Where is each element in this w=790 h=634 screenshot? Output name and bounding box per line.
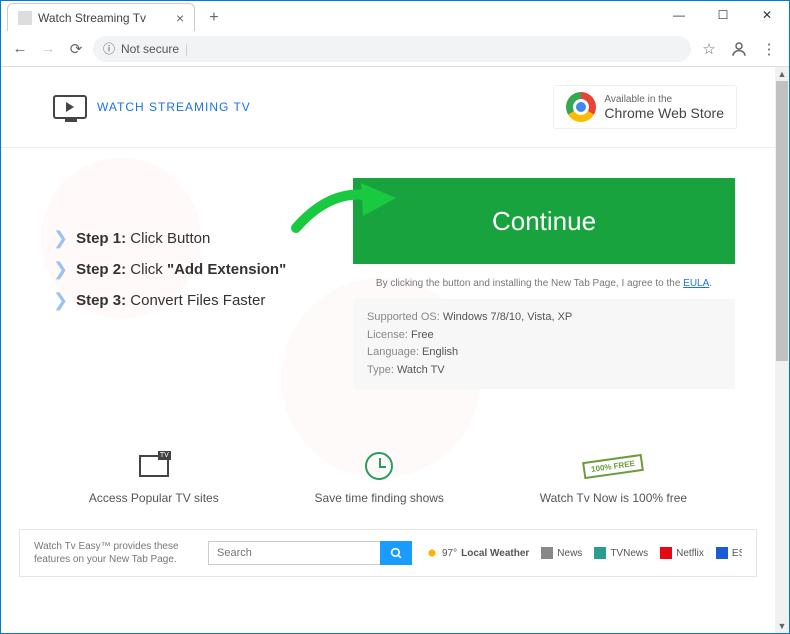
chevron-right-icon: ❯ <box>53 228 68 249</box>
footer-bar: Watch Tv Easy™ provides these features o… <box>19 529 757 577</box>
site-info-icon[interactable]: ⓘ <box>103 40 115 57</box>
back-button[interactable]: ← <box>9 38 31 60</box>
chevron-right-icon: ❯ <box>53 259 68 280</box>
steps-list: ❯ Step 1: Click Button ❯ Step 2: Click "… <box>53 178 323 389</box>
profile-icon[interactable] <box>727 37 751 61</box>
minimize-button[interactable]: — <box>657 1 701 29</box>
scroll-thumb[interactable] <box>776 81 788 361</box>
cws-big-text: Chrome Web Store <box>604 105 724 121</box>
agree-text: By clicking the button and installing th… <box>353 272 735 299</box>
vertical-scrollbar[interactable]: ▲ ▼ <box>775 67 789 633</box>
maximize-button[interactable]: ☐ <box>701 1 745 29</box>
sun-icon <box>426 547 438 559</box>
step-3: ❯ Step 3: Convert Files Faster <box>53 290 323 311</box>
feature-free: 100% FREE Watch Tv Now is 100% free <box>540 449 687 505</box>
security-status: Not secure <box>121 42 179 56</box>
footer-tagline: Watch Tv Easy™ provides these features o… <box>34 540 194 566</box>
bookmark-star-icon[interactable]: ☆ <box>697 37 721 61</box>
cws-small-text: Available in the <box>604 94 724 105</box>
browser-tab[interactable]: Watch Streaming Tv × <box>7 3 195 31</box>
search-input[interactable] <box>208 541 380 565</box>
step-1: ❯ Step 1: Click Button <box>53 228 323 249</box>
footer-link-news[interactable]: News <box>541 547 582 559</box>
reload-button[interactable]: ⟳ <box>65 38 87 60</box>
tv-logo-icon <box>53 95 87 119</box>
tab-close-icon[interactable]: × <box>176 10 184 26</box>
forward-button[interactable]: → <box>37 38 59 60</box>
netflix-icon <box>660 547 672 559</box>
tab-title: Watch Streaming Tv <box>38 11 146 25</box>
scroll-up-icon[interactable]: ▲ <box>775 67 789 81</box>
site-logo[interactable]: WATCH STREAMING TV <box>53 95 251 119</box>
meta-box: Supported OS: Windows 7/8/10, Vista, XP … <box>353 299 735 389</box>
logo-text: WATCH STREAMING TV <box>97 100 251 114</box>
tab-favicon <box>18 11 32 25</box>
green-arrow-icon <box>291 178 401 243</box>
chrome-web-store-badge[interactable]: Available in the Chrome Web Store <box>553 85 737 129</box>
footer-link-tvnews[interactable]: TVNews <box>594 547 648 559</box>
footer-link-weather[interactable]: 97° Local Weather <box>426 547 529 559</box>
scroll-down-icon[interactable]: ▼ <box>775 619 789 633</box>
news-icon <box>541 547 553 559</box>
free-badge-icon: 100% FREE <box>582 454 644 479</box>
feature-tv-sites: Access Popular TV sites <box>89 449 219 505</box>
step-2: ❯ Step 2: Click "Add Extension" <box>53 259 323 280</box>
new-tab-button[interactable]: + <box>203 5 224 31</box>
eula-link[interactable]: EULA <box>683 278 709 289</box>
espn-icon <box>716 547 728 559</box>
close-window-button[interactable]: ✕ <box>745 1 789 29</box>
address-bar[interactable]: ⓘ Not secure | <box>93 36 691 62</box>
footer-link-netflix[interactable]: Netflix <box>660 547 704 559</box>
search-button[interactable] <box>380 541 412 565</box>
tv-icon <box>139 455 169 477</box>
footer-link-espn[interactable]: ESPN GO <box>716 547 742 559</box>
menu-icon[interactable]: ⋮ <box>757 37 781 61</box>
chrome-icon <box>566 92 596 122</box>
tvnews-icon <box>594 547 606 559</box>
chevron-right-icon: ❯ <box>53 290 68 311</box>
continue-button[interactable]: Continue <box>353 178 735 264</box>
